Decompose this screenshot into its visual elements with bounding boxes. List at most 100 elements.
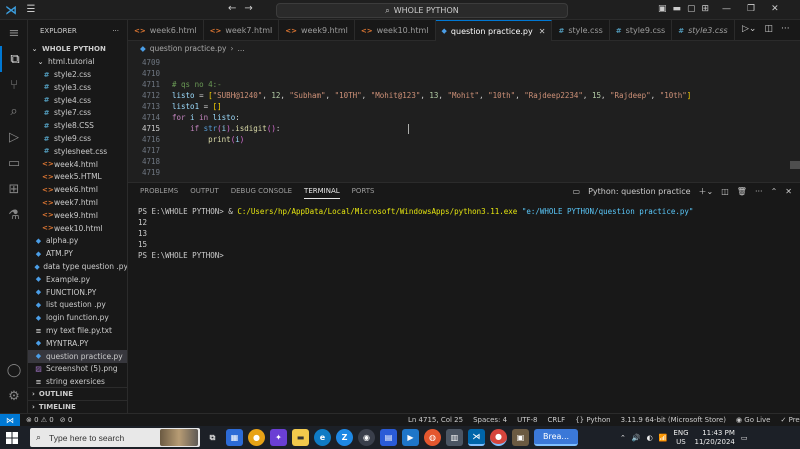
file-item[interactable]: # style7.css [28,106,127,119]
zoom-icon[interactable]: Z [336,429,353,446]
search-icon[interactable]: ⌕ [0,98,28,124]
panel-tab[interactable]: OUTPUT [190,187,219,199]
end-of-line[interactable]: CRLF [548,416,566,424]
more-actions-icon[interactable]: ··· [755,187,763,196]
file-explorer-icon[interactable]: ▬ [292,429,309,446]
remote-explorer-icon[interactable]: ▭ [0,150,28,176]
copilot-icon[interactable]: ✦ [270,429,287,446]
terminal-app-icon[interactable]: ▶ [402,429,419,446]
start-button[interactable] [0,426,24,449]
toggle-sidebar-icon[interactable]: ▣ [658,4,667,14]
code-editor[interactable]: 4709 4710 4711 # qs no 4:- 4712 listo = ["SUB… [128,55,800,180]
file-item[interactable]: # stylesheet.css [28,145,127,158]
scrollbar-thumb[interactable] [790,161,800,169]
trash-icon[interactable]: 🗑 [737,187,747,196]
notifications-icon[interactable]: ▭ [741,434,748,442]
file-item[interactable]: # style9.css [28,132,127,145]
breadcrumb-symbol[interactable]: ... [237,44,244,53]
media-app-icon[interactable]: ▥ [446,429,463,446]
file-item[interactable]: <> week6.html [28,183,127,196]
editor-tab[interactable]: # style.css [552,20,610,41]
close-icon[interactable]: ✕ [771,4,779,14]
breadcrumb-file[interactable]: question practice.py [150,44,227,53]
file-item[interactable]: <> week9.html [28,209,127,222]
editor-tab[interactable]: ◆ question practice.py ✕ [435,20,553,41]
clock[interactable]: 11:43 PM 11/20/2024 [695,429,735,447]
editor-tab[interactable]: # style3.css [672,20,735,41]
file-item[interactable]: ◆ question practice.py [28,349,127,363]
ports-status[interactable]: ⊘ 0 [60,416,73,424]
encoding[interactable]: UTF-8 [517,416,537,424]
close-tab-icon[interactable]: ✕ [539,27,546,36]
command-center-search[interactable]: ⌕ WHOLE PYTHON [276,3,568,18]
new-terminal-icon[interactable]: ＋⌄ [699,186,714,197]
panel-tab[interactable]: DEBUG CONSOLE [231,187,292,199]
menu-bar-icon[interactable]: ≡ [0,20,28,46]
language-mode[interactable]: {} Python [575,416,610,424]
chrome-icon[interactable]: ● [248,429,265,446]
panel-tab[interactable]: TERMINAL [304,187,340,199]
run-debug-icon[interactable]: ▷ [0,124,28,150]
maximize-panel-icon[interactable]: ⌃ [771,187,778,196]
file-item[interactable]: ◆ list question .py [28,298,127,311]
file-item[interactable]: ◆ ATM.PY [28,247,127,260]
extensions-icon[interactable]: ⊞ [0,176,28,202]
taskbar-search[interactable]: ⌕ Type here to search [30,428,200,447]
settings-gear-icon[interactable]: ⚙ [0,383,28,409]
wifi-icon[interactable]: 📶 [659,434,668,442]
speaker-icon[interactable]: 🔊 [632,434,641,442]
language-indicator[interactable]: ENG US [673,429,688,447]
file-item[interactable]: ◆ login function.py [28,311,127,324]
testing-icon[interactable]: ⚗ [0,202,28,228]
vscode-taskbar-icon[interactable]: ⋊ [468,429,485,446]
toggle-secondary-sidebar-icon[interactable]: ▢ [687,4,696,14]
app-icon[interactable]: ◍ [424,429,441,446]
running-app-button[interactable]: Brea... [534,429,578,446]
minimize-icon[interactable]: — [722,4,731,14]
file-item[interactable]: ◆ MYNTRA.PY [28,337,127,350]
source-control-icon[interactable]: ⑂ [0,72,28,98]
outline-section[interactable]: › OUTLINE [28,387,127,400]
close-panel-icon[interactable]: ✕ [785,187,792,196]
terminal-output[interactable]: PS E:\WHOLE PYTHON> & C:/Users/hp/AppDat… [138,207,693,262]
edge-icon[interactable]: e [314,429,331,446]
split-terminal-icon[interactable]: ◫ [721,187,729,196]
editor-tab[interactable]: <> week10.html [355,20,436,41]
timeline-section[interactable]: › TIMELINE [28,400,127,413]
media-thumbnail-icon[interactable]: ▣ [512,429,529,446]
explorer-icon[interactable]: ⧉ [0,46,28,72]
folder-html-tutorial[interactable]: ⌄ html.tutorial [28,55,127,68]
remote-icon[interactable]: ⋈ [0,413,20,427]
customize-layout-icon[interactable]: ⊞ [702,4,710,14]
editor-tab[interactable]: <> week7.html [204,20,280,41]
go-live-button[interactable]: ◉ Go Live [736,416,771,424]
file-item[interactable]: # style8.CSS [28,119,127,132]
file-item[interactable]: <> week10.html [28,222,127,235]
editor-tab[interactable]: <> week9.html [279,20,355,41]
indentation[interactable]: Spaces: 4 [473,416,507,424]
chrome-profile-icon[interactable]: ◉ [358,429,375,446]
account-icon[interactable]: ◯ [0,357,28,383]
toggle-panel-icon[interactable]: ▬ [673,4,682,14]
file-item[interactable]: <> week5.HTML [28,170,127,183]
more-actions-icon[interactable]: ··· [781,24,790,34]
file-item[interactable]: <> week7.html [28,196,127,209]
more-actions-icon[interactable]: ··· [112,27,119,35]
run-python-icon[interactable]: ▷⌄ [742,24,756,34]
network-icon[interactable]: ◐ [647,434,653,442]
panel-tab[interactable]: PORTS [352,187,375,199]
file-item[interactable]: ≡ my text file.py.txt [28,324,127,337]
file-item[interactable]: ◆ FUNCTION.PY [28,286,127,299]
file-item[interactable]: <> week4.html [28,158,127,171]
task-view-icon[interactable]: ⧉ [204,429,221,446]
editor-tab[interactable]: <> week6.html [128,20,204,41]
panel-tab[interactable]: PROBLEMS [140,187,178,199]
file-item[interactable]: # style2.css [28,68,127,81]
cursor-position[interactable]: Ln 4715, Col 25 [408,416,463,424]
file-item[interactable]: # style3.css [28,81,127,94]
tray-overflow-icon[interactable]: ⌃ [620,434,626,442]
terminal-name[interactable]: Python: question practice [588,187,690,196]
prettier-button[interactable]: ✓ Prettier [781,416,800,424]
file-item[interactable]: ◆ alpha.py [28,234,127,247]
problems-status[interactable]: ⊗ 0 ⚠ 0 [26,416,54,424]
